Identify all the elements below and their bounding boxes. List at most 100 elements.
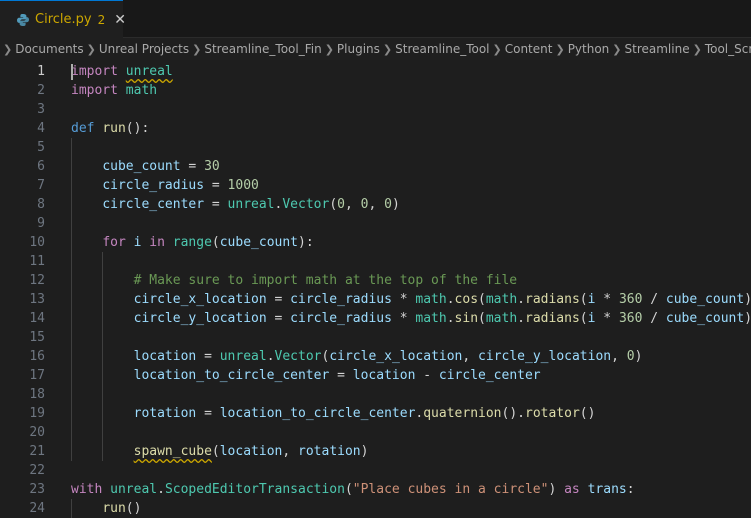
breadcrumb-item[interactable]: Streamline_Tool_Fin — [204, 42, 321, 56]
code-token: sin — [454, 311, 479, 326]
code-token: math — [125, 83, 158, 98]
code-token: rotation — [298, 444, 361, 459]
code-line: 20 — [0, 423, 751, 442]
tab-filename: Circle.py — [35, 12, 92, 27]
code-token: * — [595, 311, 619, 326]
code-token: * — [391, 292, 416, 307]
code-token: , — [282, 444, 299, 459]
code-token: = — [196, 406, 220, 421]
code-token: . — [446, 292, 455, 307]
line-number: 5 — [37, 140, 45, 155]
code-token: quaternion — [423, 406, 502, 421]
breadcrumb-item[interactable]: Documents — [15, 42, 83, 56]
breadcrumb-item[interactable]: Python — [568, 42, 610, 56]
code-token: , — [611, 349, 627, 364]
chevron-right-icon: ❯ — [692, 42, 702, 56]
code-token: )) — [744, 311, 751, 326]
code-token: ( — [478, 311, 486, 326]
code-text: # Make sure to import math at the top of… — [71, 271, 518, 290]
code-token: math — [415, 311, 447, 326]
line-number: 15 — [29, 330, 45, 345]
code-token: unreal — [125, 64, 173, 79]
code-text: spawn_cube(location, rotation) — [71, 442, 369, 461]
code-text: circle_radius = 1000 — [71, 176, 259, 195]
breadcrumb-item[interactable]: Content — [505, 42, 553, 56]
breadcrumb-item[interactable]: Unreal Projects — [99, 42, 189, 56]
code-line: 8 circle_center = unreal.Vector(0, 0, 0) — [0, 195, 751, 214]
tab-circle-py[interactable]: Circle.py 2 ✕ — [0, 0, 126, 38]
code-token: rotation — [133, 406, 197, 421]
code-token: - — [415, 368, 439, 383]
code-line: 12 # Make sure to import math at the top… — [0, 271, 751, 290]
code-token: * — [391, 311, 416, 326]
problem-count-badge: 2 — [97, 12, 106, 27]
breadcrumb-item[interactable]: Plugins — [337, 42, 380, 56]
line-number: 1 — [37, 64, 45, 79]
code-line: 3 — [0, 100, 751, 119]
code-line: 7 circle_radius = 1000 — [0, 176, 751, 195]
line-number: 12 — [29, 273, 45, 288]
code-token: / — [642, 292, 666, 307]
code-token: spawn_cube — [133, 444, 212, 459]
code-text: with unreal.ScopedEditorTransaction("Pla… — [71, 480, 635, 499]
code-line: 1 import unreal — [0, 62, 751, 81]
code-token: import — [71, 83, 118, 98]
code-token: 0 — [337, 197, 345, 212]
breadcrumb-item[interactable]: Streamline_Tool — [395, 42, 489, 56]
code-line: 19 rotation = location_to_circle_center.… — [0, 404, 751, 423]
line-number: 17 — [29, 368, 45, 383]
code-text: for i in range(cube_count): — [71, 233, 313, 252]
code-text: rotation = location_to_circle_center.qua… — [71, 404, 596, 423]
code-token: circle_center — [102, 197, 205, 212]
code-token: ( — [329, 197, 338, 212]
code-token: as — [564, 482, 580, 497]
code-token: with — [71, 482, 103, 497]
code-token: cos — [454, 292, 479, 307]
code-line: 11 — [0, 252, 751, 271]
code-token: = — [204, 178, 228, 193]
code-text: import math — [71, 81, 157, 100]
chevron-right-icon: ❯ — [555, 42, 565, 56]
line-number: 4 — [37, 121, 45, 136]
line-number: 2 — [37, 83, 45, 98]
code-token: range — [172, 235, 212, 250]
code-token: , — [462, 349, 479, 364]
code-editor[interactable]: 1 import unreal 2 import math 3 4 def run(): 5 … — [0, 60, 751, 518]
code-token: location — [219, 444, 283, 459]
code-line: 14 circle_y_location = circle_radius * m… — [0, 309, 751, 328]
line-number: 9 — [37, 216, 45, 231]
code-token: math — [485, 311, 518, 326]
breadcrumb-item[interactable]: Streamline — [625, 42, 690, 56]
code-token: import — [71, 64, 118, 79]
code-line: 17 location_to_circle_center = location … — [0, 366, 751, 385]
close-icon[interactable]: ✕ — [114, 12, 126, 28]
code-line: 4 def run(): — [0, 119, 751, 138]
code-token: : — [626, 482, 635, 497]
code-line: 5 — [0, 138, 751, 157]
code-token: 0 — [384, 197, 392, 212]
code-line: 6 cube_count = 30 — [0, 157, 751, 176]
code-token: ( — [478, 292, 486, 307]
breadcrumb-item[interactable]: Tool_Script_I — [705, 42, 751, 56]
code-token: Vector — [274, 349, 322, 364]
code-token: location_to_circle_center — [133, 368, 330, 383]
code-token: radians — [525, 292, 580, 307]
line-number: 20 — [29, 425, 45, 440]
code-line: 2 import math — [0, 81, 751, 100]
code-token: * — [595, 292, 619, 307]
code-text: circle_y_location = circle_radius * math… — [71, 309, 751, 328]
chevron-right-icon: ❯ — [492, 42, 502, 56]
code-line: 23 with unreal.ScopedEditorTransaction("P… — [0, 480, 751, 499]
code-token: circle_x_location — [329, 349, 463, 364]
code-text: cube_count = 30 — [71, 157, 219, 176]
chevron-right-icon: ❯ — [192, 42, 202, 56]
chevron-right-icon: ❯ — [324, 42, 334, 56]
code-token: ( — [211, 235, 220, 250]
line-number: 8 — [37, 197, 45, 212]
